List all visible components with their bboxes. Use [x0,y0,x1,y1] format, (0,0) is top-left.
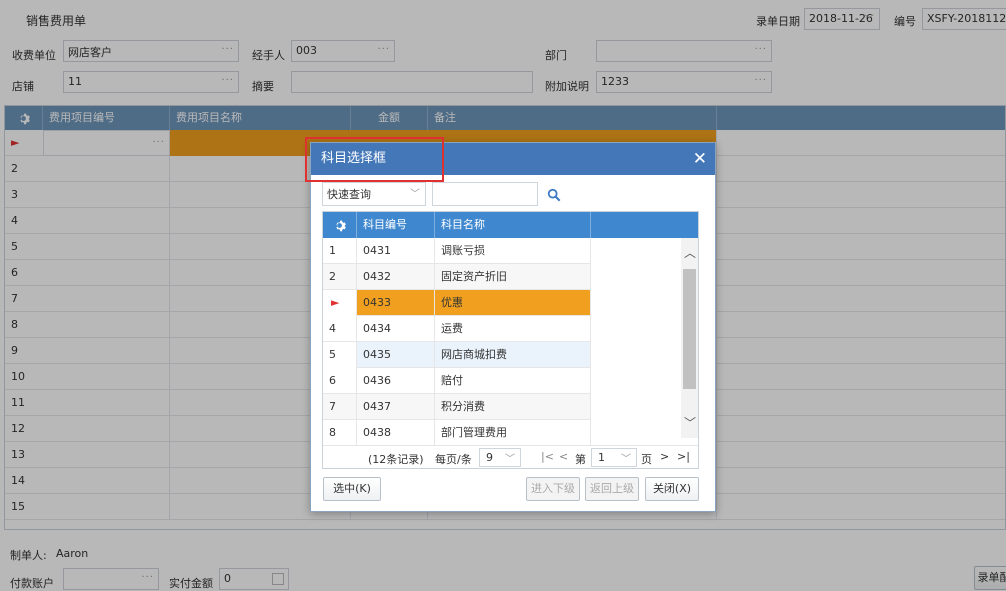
row-code: 0438 [357,420,435,446]
search-icon[interactable] [547,188,561,202]
account-picker-dialog: 科目选择框 ✕ 快速查询 ﹀ 科目编号 科目名称 1 0431 调账亏损 2 0… [310,142,716,512]
prev-page-icon[interactable]: < [559,450,568,463]
list-item[interactable]: 2 0432 固定资产折旧 [323,264,591,290]
row-index: 8 [323,420,357,446]
row-name: 赔付 [435,368,591,394]
list-item-hover[interactable]: 5 0435 网店商城扣费 [323,342,591,368]
row-index: 5 [323,342,357,368]
row-index: 1 [323,238,357,264]
scroll-up-icon[interactable]: ︿ [684,244,696,261]
last-page-icon[interactable]: >| [677,450,690,463]
page-prefix: 第 [575,453,586,466]
first-page-icon[interactable]: |< [541,450,554,463]
row-code: 0436 [357,368,435,394]
list-item-selected[interactable]: ► 0433 优惠 [323,290,591,316]
row-code: 0437 [357,394,435,420]
next-page-icon[interactable]: > [660,450,669,463]
row-name: 部门管理费用 [435,420,591,446]
select-button[interactable]: 选中(K) [323,477,381,501]
list-item[interactable]: 8 0438 部门管理费用 [323,420,591,446]
row-index: 6 [323,368,357,394]
row-code: 0435 [357,342,435,368]
row-index: 7 [323,394,357,420]
row-index: 2 [323,264,357,290]
list-item[interactable]: 1 0431 调账亏损 [323,238,591,264]
table-settings[interactable] [323,212,357,238]
account-table: 科目编号 科目名称 1 0431 调账亏损 2 0432 固定资产折旧 ► 04… [322,211,699,469]
chevron-down-icon: ﹀ [505,454,515,465]
list-item[interactable]: 4 0434 运费 [323,316,591,342]
gear-icon [336,220,346,231]
row-code: 0431 [357,238,435,264]
enter-sub-button[interactable]: 进入下级 [526,477,580,501]
scrollbar-thumb[interactable] [683,269,696,389]
col-account-name[interactable]: 科目名称 [435,212,591,238]
chevron-down-icon: ﹀ [621,454,631,465]
per-page-select[interactable]: 9 ﹀ [479,448,521,467]
scroll-down-icon[interactable]: ﹀ [684,414,696,431]
page-suffix: 页 [641,453,652,466]
quick-query-select[interactable]: 快速查询 ﹀ [322,182,426,206]
record-count: (12条记录) [368,453,424,466]
close-icon[interactable]: ✕ [693,143,707,175]
search-input[interactable] [432,182,538,206]
list-item[interactable]: 7 0437 积分消费 [323,394,591,420]
row-name: 固定资产折旧 [435,264,591,290]
per-page-label: 每页/条 [435,453,472,466]
pager-bar: (12条记录) 每页/条 9 ﹀ |< < 第 1 ﹀ 页 > >| [323,445,698,468]
row-code: 0433 [357,290,435,316]
row-code: 0432 [357,264,435,290]
per-page-value: 9 [486,451,493,464]
vertical-scrollbar[interactable]: ︿ ﹀ [681,238,698,438]
row-name: 调账亏损 [435,238,591,264]
row-pointer-icon: ► [323,290,357,316]
page-number-value: 1 [598,451,605,464]
col-account-code[interactable]: 科目编号 [357,212,435,238]
row-name: 运费 [435,316,591,342]
list-item[interactable]: 6 0436 赔付 [323,368,591,394]
close-button[interactable]: 关闭(X) [645,477,699,501]
highlight-box [305,137,444,182]
row-code: 0434 [357,316,435,342]
chevron-down-icon: ﹀ [410,189,420,200]
row-index: 4 [323,316,357,342]
row-name: 网店商城扣费 [435,342,591,368]
quick-query-value: 快速查询 [327,188,371,201]
page-number-select[interactable]: 1 ﹀ [591,448,637,467]
col-filler [591,212,698,238]
row-name: 积分消费 [435,394,591,420]
row-name: 优惠 [435,290,591,316]
back-up-button[interactable]: 返回上级 [585,477,639,501]
